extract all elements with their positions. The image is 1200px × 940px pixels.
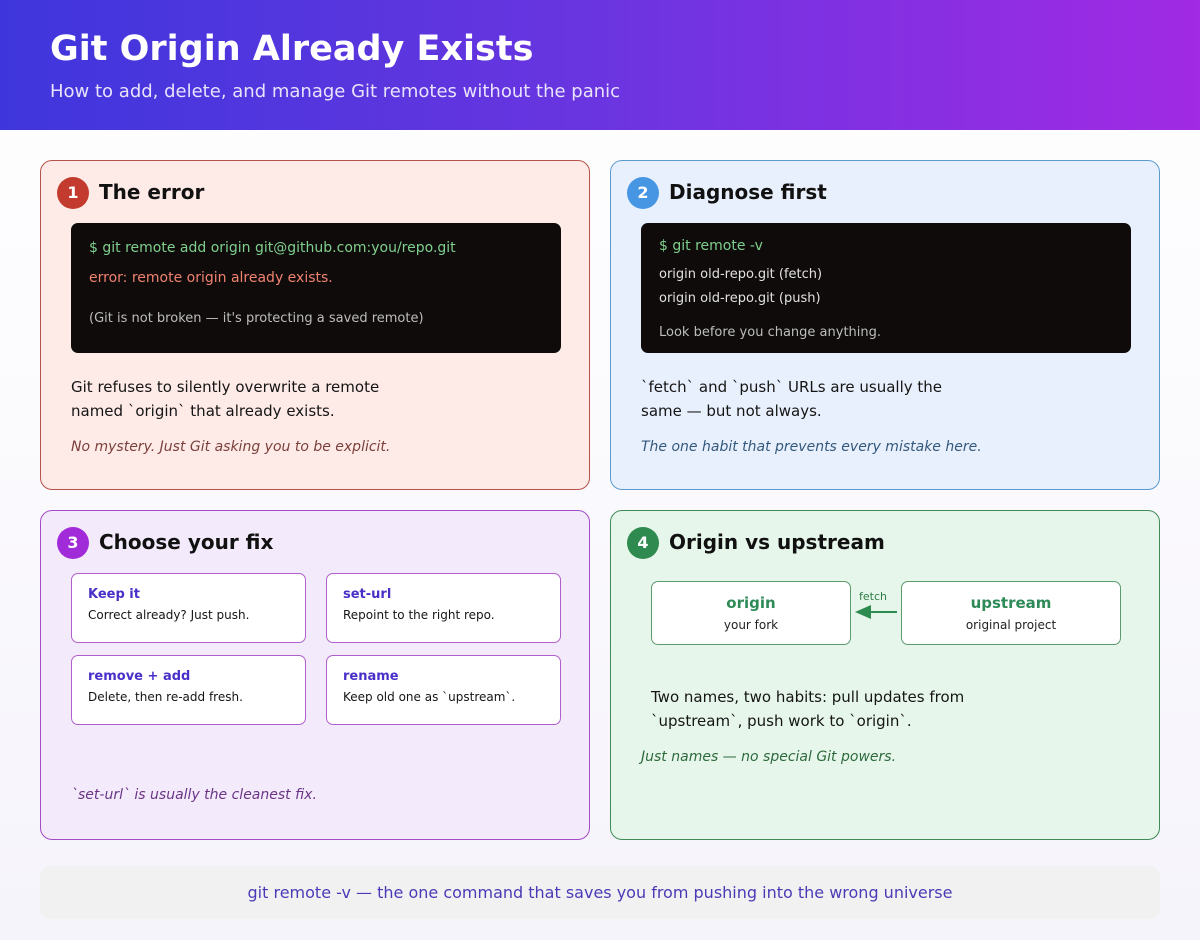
fix-option-keep-it[interactable]: Keep it Correct already? Just push.	[71, 573, 306, 643]
terminal-block: $ git remote add origin git@github.com:y…	[71, 223, 561, 353]
footer-tip: git remote -v — the one command that sav…	[40, 866, 1160, 919]
step-number-badge: 1	[57, 177, 89, 209]
fix-option-title: set-url	[343, 587, 392, 602]
step-number-badge: 4	[627, 527, 659, 559]
terminal-note: Look before you change anything.	[659, 325, 882, 340]
fix-option-desc: Correct already? Just push.	[88, 608, 250, 622]
card-choose-your-fix: 3 Choose your fix Keep it Correct alread…	[40, 510, 590, 840]
card-body: `fetch` and `push` URLs are usually the …	[641, 378, 943, 420]
step-number-badge: 3	[57, 527, 89, 559]
card-diagnose-first: 2 Diagnose first $ git remote -v origin …	[610, 160, 1160, 490]
page-title: Git Origin Already Exists	[50, 29, 534, 69]
step-number-badge: 2	[627, 177, 659, 209]
fix-option-title: remove + add	[88, 669, 191, 684]
card-title: Origin vs upstream	[669, 530, 885, 554]
terminal-output-line: origin old-repo.git (fetch)	[659, 267, 823, 282]
terminal-command: $ git remote add origin git@github.com:y…	[89, 240, 456, 256]
card-title: Choose your fix	[99, 530, 274, 554]
card-note: Just names — no special Git powers.	[641, 749, 897, 765]
remote-box-upstream: upstream original project	[901, 581, 1121, 645]
terminal-note: (Git is not broken — it's protecting a s…	[89, 311, 424, 326]
fix-option-set-url[interactable]: set-url Repoint to the right repo.	[326, 573, 561, 643]
fix-option-desc: Keep old one as `upstream`.	[343, 690, 516, 704]
remote-name: origin	[726, 594, 776, 612]
fix-option-rename[interactable]: rename Keep old one as `upstream`.	[326, 655, 561, 725]
card-title: Diagnose first	[669, 180, 827, 204]
card-note: No mystery. Just Git asking you to be ex…	[71, 439, 391, 455]
card-origin-vs-upstream: 4 Origin vs upstream origin your fork fe…	[610, 510, 1160, 840]
card-body: Git refuses to silently overwrite a remo…	[71, 378, 380, 420]
card-body: Two names, two habits: pull updates from…	[651, 688, 965, 730]
terminal-command: $ git remote -v	[659, 238, 763, 254]
terminal-output-line: origin old-repo.git (push)	[659, 291, 821, 306]
page-subtitle: How to add, delete, and manage Git remot…	[50, 81, 621, 102]
fix-option-remove-add[interactable]: remove + add Delete, then re-add fresh.	[71, 655, 306, 725]
remote-name: upstream	[970, 594, 1052, 612]
fix-option-desc: Delete, then re-add fresh.	[88, 690, 243, 704]
card-the-error: 1 The error $ git remote add origin git@…	[40, 160, 590, 490]
header-banner: Git Origin Already Exists How to add, de…	[0, 0, 1200, 130]
fetch-arrow-icon	[855, 605, 897, 619]
remote-description: original project	[965, 618, 1057, 632]
remote-description: your fork	[723, 618, 779, 632]
fix-option-title: Keep it	[88, 587, 140, 602]
terminal-error: error: remote origin already exists.	[89, 270, 333, 286]
terminal-block: $ git remote -v origin old-repo.git (fet…	[641, 223, 1131, 353]
fix-option-desc: Repoint to the right repo.	[343, 608, 495, 622]
card-note: `set-url` is usually the cleanest fix.	[71, 787, 317, 803]
fix-option-title: rename	[343, 669, 399, 684]
card-note: The one habit that prevents every mistak…	[641, 439, 982, 455]
card-title: The error	[99, 180, 205, 204]
remote-box-origin: origin your fork	[651, 581, 851, 645]
